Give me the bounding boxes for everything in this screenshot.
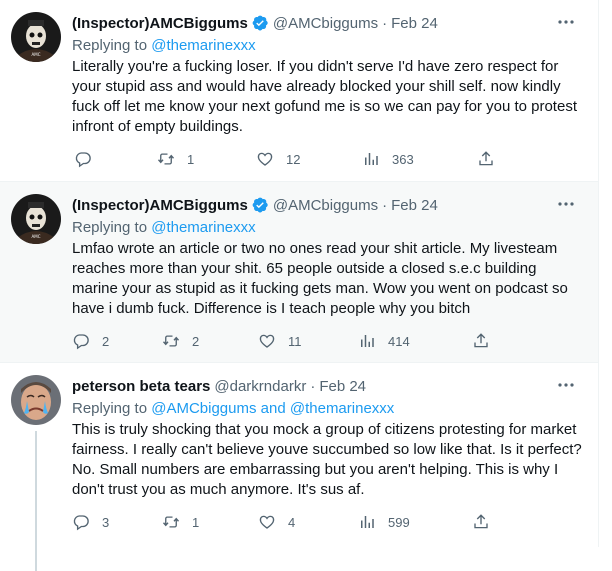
tweet-content: (Inspector)AMCBiggums @AMCbiggums · Feb … [72,194,582,362]
tweet-text: This is truly shocking that you mock a g… [72,421,582,498]
timeline: AMC (Inspector)AMCBiggums @AMCbiggums · … [0,0,599,571]
separator: · [382,196,388,214]
avatar[interactable]: AMC [11,12,61,62]
replying-to: Replying to @AMCbiggums and @themarinexx… [72,399,582,419]
reply-count: 3 [102,514,110,530]
reply-button[interactable]: 2 [72,332,162,350]
reply-icon [73,334,89,350]
verified-badge-icon [251,14,269,32]
replying-to: Replying to @themarinexxx [72,218,582,238]
replying-to-label: Replying to [72,219,148,236]
avatar-column: AMC [11,12,61,181]
heart-icon [257,152,273,166]
retweet-icon [162,516,180,528]
views-chart-icon [365,153,378,165]
action-bar: 3 1 4 599 [72,512,582,532]
like-button[interactable]: 12 [256,150,362,168]
share-icon [474,333,488,348]
display-name[interactable]: (Inspector)AMCBiggums [72,15,248,32]
replying-to-label: Replying to [72,37,148,54]
reply-icon [73,515,89,531]
reply-count: 2 [102,333,110,349]
action-bar: 2 2 11 414 [72,331,582,351]
more-horizontal-icon [558,202,574,206]
retweet-icon [157,153,175,165]
svg-text:AMC: AMC [32,234,41,239]
avatar-column: AMC [11,194,61,362]
view-count: 599 [388,514,410,530]
svg-text:AMC: AMC [32,52,41,57]
views-chart-icon [361,335,374,347]
avatar[interactable] [11,375,61,425]
mention-link[interactable]: @themarinexxx [151,37,255,54]
like-button[interactable]: 11 [258,332,358,350]
action-bar: 1 12 363 [74,149,582,169]
views-chart-icon [361,516,374,528]
avatar-column [11,375,61,571]
view-count: 363 [392,151,414,167]
replying-to-label: Replying to [72,400,148,417]
more-options-button[interactable] [556,375,576,395]
tweet[interactable]: peterson beta tears @darkrndarkr · Feb 2… [0,362,598,571]
like-count: 12 [286,151,301,167]
tweet-header: (Inspector)AMCBiggums @AMCbiggums · Feb … [72,12,582,34]
views-button[interactable]: 363 [362,150,477,168]
share-button[interactable] [472,332,490,350]
handle[interactable]: @AMCbiggums [273,15,378,32]
view-count: 414 [388,333,410,349]
retweet-button[interactable]: 1 [162,513,258,531]
tweet-header: peterson beta tears @darkrndarkr · Feb 2… [72,375,582,397]
verified-badge-icon [251,196,269,214]
tweet-content: (Inspector)AMCBiggums @AMCbiggums · Feb … [72,12,582,181]
separator: · [310,377,316,395]
replying-and: and [260,400,286,417]
heart-icon [259,515,275,529]
tweet-header: (Inspector)AMCBiggums @AMCbiggums · Feb … [72,194,582,216]
views-button[interactable]: 599 [358,513,472,531]
like-button[interactable]: 4 [258,513,358,531]
replying-to: Replying to @themarinexxx [72,36,582,56]
retweet-count: 1 [192,514,200,530]
more-horizontal-icon [558,20,574,24]
tweet-text: Lmfao wrote an article or two no ones re… [72,240,568,317]
like-count: 11 [288,333,302,349]
heart-icon [259,334,275,348]
more-options-button[interactable] [556,12,576,32]
share-button[interactable] [477,150,495,168]
display-name[interactable]: (Inspector)AMCBiggums [72,197,248,214]
tweet-text: Literally you're a fucking loser. If you… [72,58,577,135]
like-count: 4 [288,514,296,530]
timestamp[interactable]: Feb 24 [391,15,438,32]
tweet[interactable]: AMC (Inspector)AMCBiggums @AMCbiggums · … [0,181,598,362]
mention-link[interactable]: @themarinexxx [290,400,394,417]
separator: · [382,14,388,32]
handle[interactable]: @darkrndarkr [214,378,306,395]
share-icon [474,514,488,529]
handle[interactable]: @AMCbiggums [273,197,378,214]
share-button[interactable] [472,513,490,531]
share-icon [479,151,493,166]
reply-button[interactable]: 3 [72,513,162,531]
reply-icon [75,152,91,168]
tweet-content: peterson beta tears @darkrndarkr · Feb 2… [72,375,582,547]
display-name[interactable]: peterson beta tears [72,378,210,395]
mention-link[interactable]: @themarinexxx [151,219,255,236]
reply-button[interactable] [74,150,157,168]
mention-link[interactable]: @AMCbiggums [151,400,256,417]
more-horizontal-icon [558,383,574,387]
timestamp[interactable]: Feb 24 [391,197,438,214]
tweet[interactable]: AMC (Inspector)AMCBiggums @AMCbiggums · … [0,0,598,181]
avatar[interactable]: AMC [11,194,61,244]
more-options-button[interactable] [556,194,576,214]
timestamp[interactable]: Feb 24 [319,378,366,395]
retweet-count: 1 [187,151,195,167]
thread-line [35,431,37,571]
retweet-button[interactable]: 1 [157,150,256,168]
retweet-button[interactable]: 2 [162,332,258,350]
views-button[interactable]: 414 [358,332,472,350]
retweet-count: 2 [192,333,200,349]
retweet-icon [162,335,180,347]
